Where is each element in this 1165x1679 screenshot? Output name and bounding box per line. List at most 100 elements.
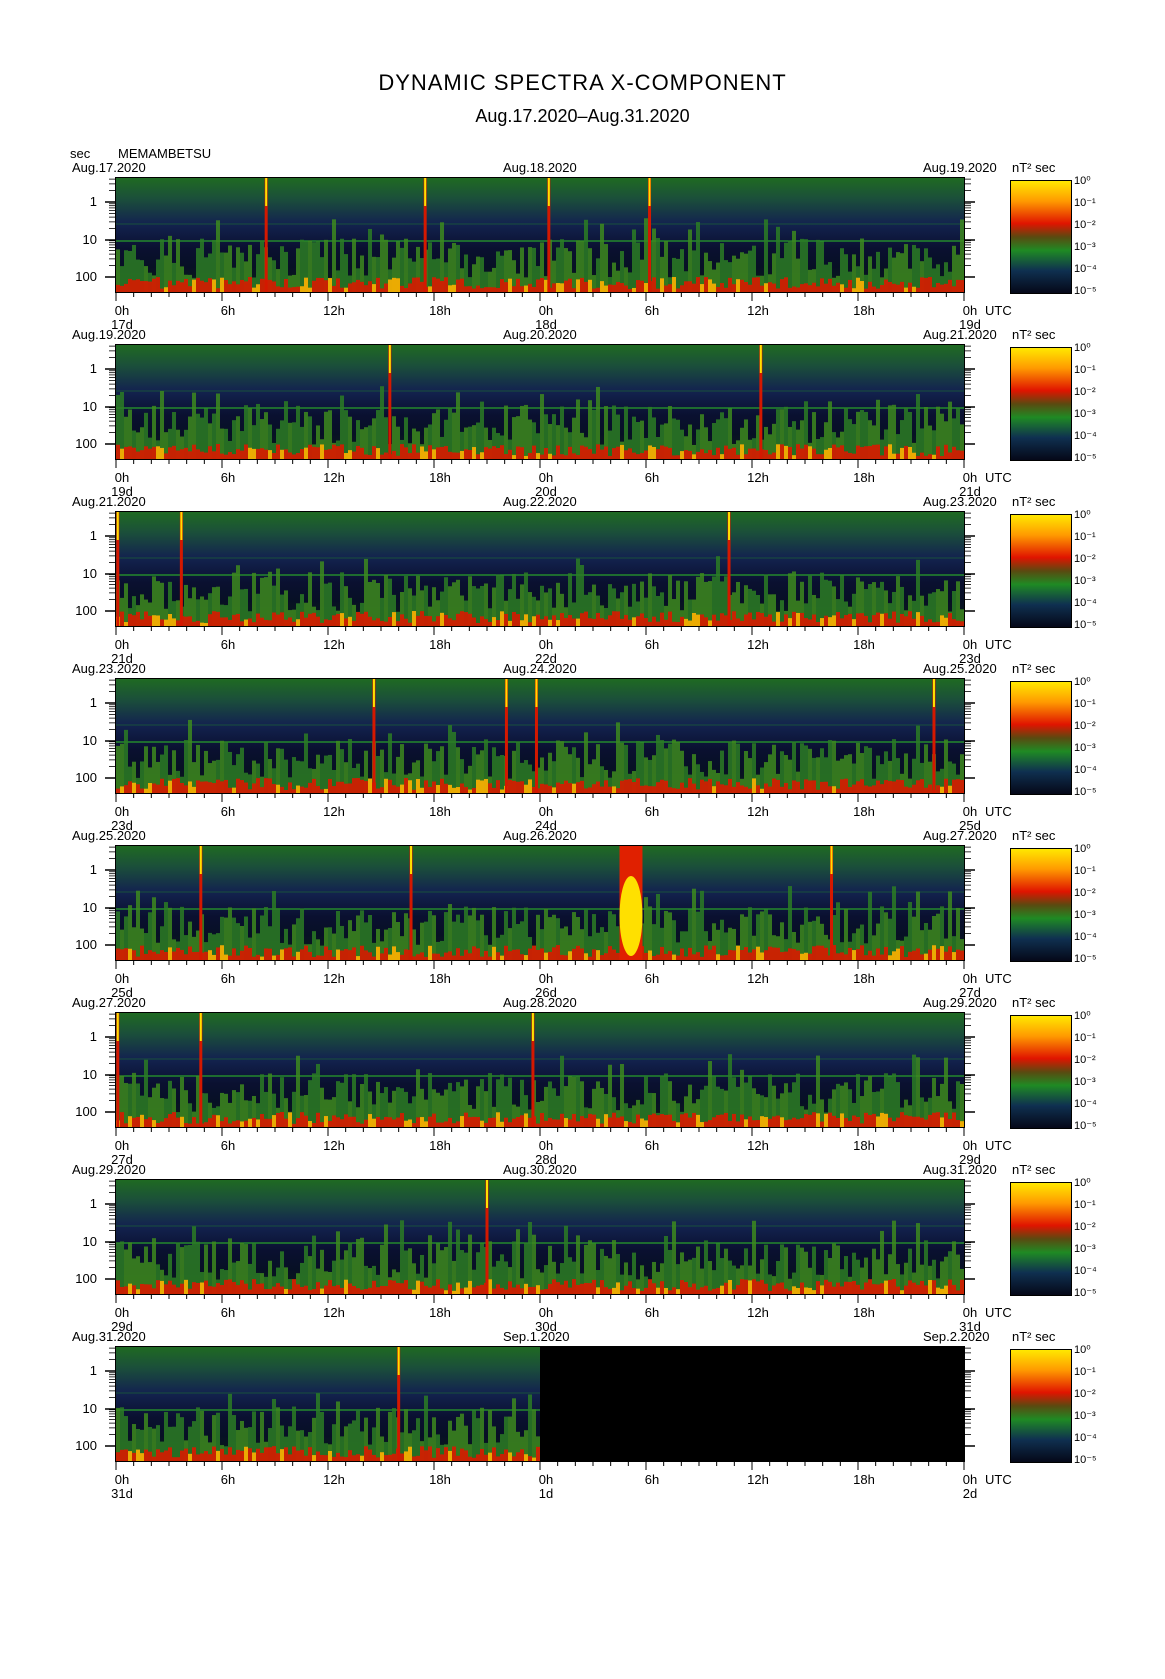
- x-tick-label: 12h: [747, 1472, 769, 1487]
- y-tick-label: 10: [82, 232, 97, 247]
- x-tick-label: 18h: [853, 804, 875, 819]
- y-tick-label: 100: [75, 436, 97, 451]
- x-tick-label: 0h: [114, 804, 130, 819]
- colorbar-label: 10⁻³: [1074, 408, 1096, 420]
- x-tick-label: 0h: [114, 470, 130, 485]
- station-label: MEMAMBETSU: [118, 146, 212, 161]
- colorbar-label: 10⁻³: [1074, 1410, 1096, 1422]
- x-tick-label: 0h: [538, 1305, 554, 1320]
- colorbar-label: 10⁻⁴: [1074, 430, 1097, 442]
- colorbar-label: 10⁻²: [1074, 1221, 1096, 1233]
- x-tick-label: 12h: [747, 637, 769, 652]
- x-tick-label: 6h: [220, 804, 236, 819]
- colorbar: [1010, 347, 1072, 461]
- x-tick-label: 18h: [853, 303, 875, 318]
- x-tick-label: 0h: [962, 1138, 978, 1153]
- x-tick-label: 12h: [323, 1305, 345, 1320]
- y-tick-label: 100: [75, 937, 97, 952]
- x-tick-label: 18h: [429, 303, 451, 318]
- day-label: 2d: [962, 1486, 978, 1501]
- x-tick-label: 0h: [962, 637, 978, 652]
- y-tick-label: 1: [89, 194, 97, 209]
- colorbar-label: 10⁰: [1074, 1344, 1091, 1356]
- colorbar-label: 10⁻²: [1074, 219, 1096, 231]
- x-tick-label: 6h: [220, 971, 236, 986]
- spectrum-panel-2: Aug.19.2020 Aug.20.2020 Aug.21.2020 nT² sec…: [0, 327, 1165, 507]
- x-tick-label: 6h: [644, 470, 660, 485]
- x-tick-label: 6h: [220, 1305, 236, 1320]
- colorbar-label: 10⁰: [1074, 342, 1091, 354]
- y-tick-label: 100: [75, 1104, 97, 1119]
- x-tick-label: 18h: [429, 804, 451, 819]
- x-tick-label: 0h: [962, 303, 978, 318]
- colorbar-label: 10⁻³: [1074, 1076, 1096, 1088]
- x-tick-label: 12h: [747, 470, 769, 485]
- colorbar-label: 10⁻³: [1074, 909, 1096, 921]
- x-tick-label: 0h: [114, 1472, 130, 1487]
- colorbar-label: 10⁻²: [1074, 386, 1096, 398]
- colorbar-label: 10⁻⁵: [1074, 786, 1097, 798]
- x-tick-label: 12h: [747, 1138, 769, 1153]
- utc-label: UTC: [985, 1305, 1012, 1320]
- colorbar-label: 10⁻⁴: [1074, 1098, 1097, 1110]
- x-tick-label: 18h: [853, 637, 875, 652]
- colorbar: [1010, 180, 1072, 294]
- y-tick-label: 10: [82, 1234, 97, 1249]
- x-tick-label: 12h: [323, 804, 345, 819]
- x-tick-label: 12h: [323, 303, 345, 318]
- x-tick-label: 0h: [538, 1138, 554, 1153]
- colorbar: [1010, 1182, 1072, 1296]
- y-tick-label: 10: [82, 566, 97, 581]
- spectrum-panel-7: Aug.29.2020 Aug.30.2020 Aug.31.2020 nT² sec…: [0, 1162, 1165, 1342]
- x-tick-label: 18h: [429, 971, 451, 986]
- colorbar-label: 10⁻¹: [1074, 865, 1096, 877]
- utc-label: UTC: [985, 1472, 1012, 1487]
- colorbar-label: 10⁰: [1074, 1177, 1091, 1189]
- colorbar-label: 10⁻²: [1074, 1054, 1096, 1066]
- colorbar-label: 10⁰: [1074, 843, 1091, 855]
- colorbar-label: 10⁻⁴: [1074, 1432, 1097, 1444]
- x-tick-label: 6h: [644, 1138, 660, 1153]
- colorbar-label: 10⁻³: [1074, 1243, 1096, 1255]
- x-tick-label: 18h: [429, 1138, 451, 1153]
- x-tick-label: 18h: [429, 1305, 451, 1320]
- x-tick-label: 0h: [962, 804, 978, 819]
- x-tick-label: 6h: [220, 637, 236, 652]
- x-tick-label: 0h: [538, 1472, 554, 1487]
- x-tick-label: 0h: [538, 971, 554, 986]
- y-tick-label: 10: [82, 733, 97, 748]
- spectrum-panel-8: Aug.31.2020 Sep.1.2020 Sep.2.2020 nT² sec 1 1…: [0, 1329, 1165, 1509]
- x-tick-label: 12h: [323, 971, 345, 986]
- colorbar: [1010, 848, 1072, 962]
- colorbar-label: 10⁻¹: [1074, 1032, 1096, 1044]
- day-label: 1d: [538, 1486, 554, 1501]
- y-tick-label: 10: [82, 1401, 97, 1416]
- x-tick-label: 12h: [747, 1305, 769, 1320]
- y-tick-label: 1: [89, 1363, 97, 1378]
- colorbar-label: 10⁰: [1074, 509, 1091, 521]
- x-tick-label: 0h: [538, 637, 554, 652]
- colorbar-label: 10⁻⁵: [1074, 452, 1097, 464]
- colorbar-label: 10⁻¹: [1074, 1199, 1096, 1211]
- utc-label: UTC: [985, 804, 1012, 819]
- colorbar-label: 10⁻²: [1074, 720, 1096, 732]
- y-unit-label: sec: [70, 146, 91, 161]
- colorbar-label: 10⁻³: [1074, 575, 1096, 587]
- colorbar-label: 10⁰: [1074, 676, 1091, 688]
- x-tick-label: 6h: [644, 1472, 660, 1487]
- x-tick-label: 0h: [114, 971, 130, 986]
- y-tick-label: 1: [89, 862, 97, 877]
- x-tick-label: 0h: [962, 971, 978, 986]
- x-tick-label: 0h: [538, 804, 554, 819]
- colorbar-label: 10⁻⁵: [1074, 1454, 1097, 1466]
- x-tick-label: 18h: [853, 1138, 875, 1153]
- x-tick-label: 18h: [853, 1305, 875, 1320]
- y-tick-label: 1: [89, 1196, 97, 1211]
- colorbar-label: 10⁰: [1074, 1010, 1091, 1022]
- colorbar-label: 10⁻⁵: [1074, 1120, 1097, 1132]
- x-tick-label: 0h: [538, 470, 554, 485]
- x-tick-label: 0h: [962, 1305, 978, 1320]
- colorbar-label: 10⁻¹: [1074, 197, 1096, 209]
- x-tick-label: 18h: [429, 470, 451, 485]
- x-tick-label: 6h: [220, 303, 236, 318]
